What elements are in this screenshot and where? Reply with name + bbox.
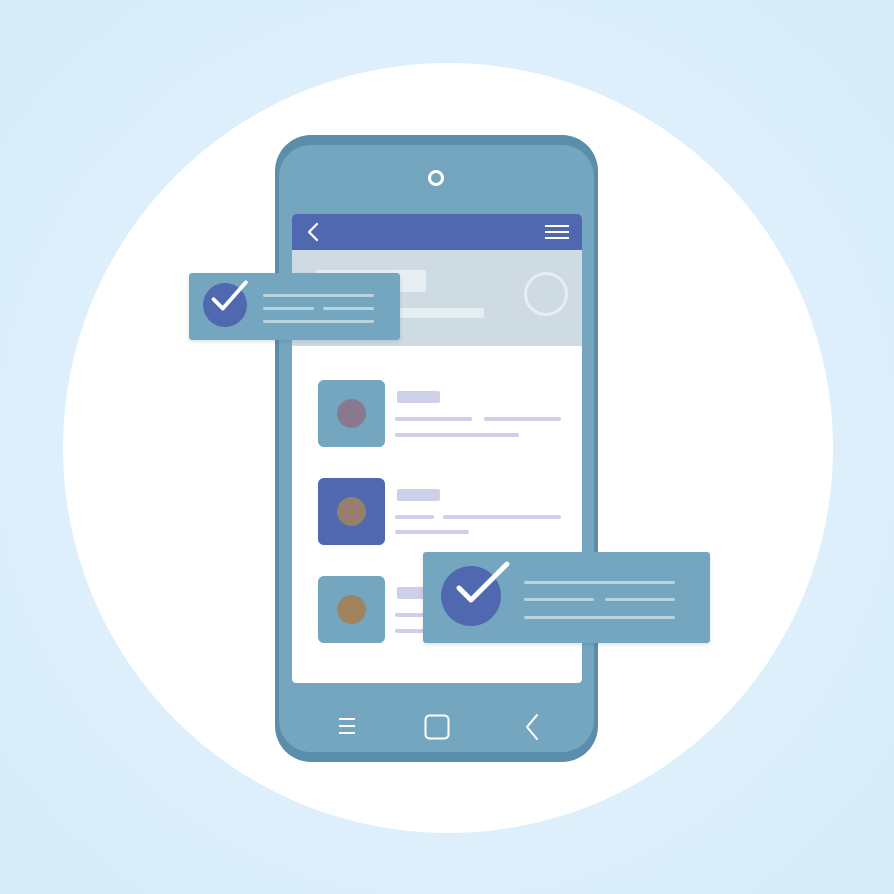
- list-item-text-placeholder: [395, 530, 469, 534]
- recent-apps-icon[interactable]: [339, 717, 355, 735]
- list-item-thumbnail[interactable]: [318, 380, 385, 447]
- notification-text-placeholder: [263, 320, 374, 323]
- notification-card[interactable]: [423, 552, 710, 643]
- list-item-text-placeholder: [523, 515, 561, 519]
- list-item-text-placeholder: [395, 417, 472, 421]
- list-item-text-placeholder: [484, 417, 561, 421]
- notification-text-placeholder: [524, 598, 594, 601]
- notification-text-placeholder: [605, 598, 675, 601]
- thumbnail-dot: [337, 399, 366, 428]
- list-item-text-placeholder: [395, 433, 519, 437]
- home-icon[interactable]: [424, 714, 450, 740]
- notification-text-placeholder: [263, 307, 314, 310]
- list-item-title-placeholder: [397, 391, 440, 403]
- notification-text-placeholder: [263, 294, 374, 297]
- hamburger-menu-icon[interactable]: [544, 223, 570, 241]
- list-item-thumbnail[interactable]: [318, 478, 385, 545]
- notification-text-placeholder: [323, 307, 374, 310]
- notification-text-placeholder: [524, 616, 675, 619]
- front-camera-icon: [428, 170, 444, 186]
- back-icon[interactable]: [524, 714, 540, 740]
- back-chevron-icon[interactable]: [304, 222, 324, 242]
- thumbnail-dot: [337, 497, 366, 526]
- checkmark-icon: [211, 280, 248, 311]
- app-bar: [292, 214, 582, 250]
- list-item-thumbnail[interactable]: [318, 576, 385, 643]
- notification-card[interactable]: [189, 273, 400, 340]
- list-item-title-placeholder: [397, 489, 440, 501]
- avatar[interactable]: [524, 272, 568, 316]
- list-item-text-placeholder: [395, 515, 434, 519]
- thumbnail-dot: [337, 595, 366, 624]
- checkmark-icon: [456, 561, 510, 603]
- notification-text-placeholder: [524, 581, 675, 584]
